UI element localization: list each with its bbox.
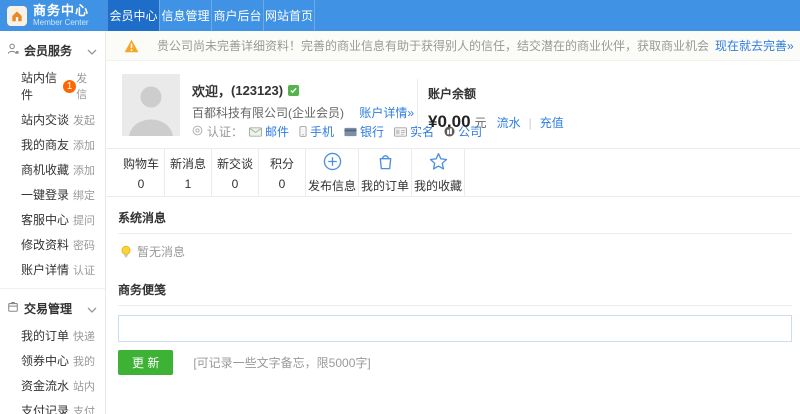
- warning-icon: [124, 39, 139, 53]
- balance-unit: 元: [474, 116, 487, 130]
- tab-merchant-backend[interactable]: 商户后台: [211, 0, 263, 31]
- user-icon: [7, 43, 19, 58]
- tab-member-center[interactable]: 会员中心: [107, 0, 159, 31]
- cert-label: 认证：: [207, 125, 244, 139]
- memo-title: 商务便笺: [118, 269, 792, 306]
- stats-row: 购物车 0 新消息 1 新交谈 0 积分 0 发布信息 我的订单 我的收藏: [106, 149, 800, 197]
- star-icon: [429, 152, 448, 174]
- stat-points[interactable]: 积分 0: [259, 149, 306, 196]
- lightbulb-icon: [120, 245, 132, 259]
- sidebar-item-payment-records[interactable]: 支付记录 支付: [0, 398, 105, 414]
- sidebar-item-edit-profile[interactable]: 修改资料 密码: [0, 232, 105, 257]
- stat-cart[interactable]: 购物车 0: [118, 149, 165, 196]
- cert-link-bank[interactable]: 银行: [344, 123, 384, 140]
- envelope-icon: [249, 126, 263, 137]
- sidebar-item-orders[interactable]: 我的订单 快递: [0, 323, 105, 348]
- home-icon: [7, 5, 27, 26]
- bankcard-icon: [344, 127, 357, 137]
- action-link[interactable]: 快递: [73, 328, 95, 344]
- tab-site-home[interactable]: 网站首页: [263, 0, 315, 31]
- stat-new-messages[interactable]: 新消息 1: [165, 149, 212, 196]
- incomplete-profile-banner: 贵公司尚未完善详细资料！完善的商业信息有助于获得别人的信任，结交潜在的商业伙伴，…: [106, 31, 800, 61]
- account-balance-panel: 账户余额 ¥0.00 元 流水 | 充值: [417, 79, 637, 136]
- package-icon: [7, 301, 19, 316]
- app-title: 商务中心: [33, 3, 90, 18]
- action-link[interactable]: 添加: [73, 137, 95, 153]
- complete-now-link[interactable]: 现在就去完善»: [715, 37, 794, 54]
- section-title: 会员服务: [24, 44, 73, 58]
- action-link[interactable]: 添加: [73, 162, 95, 178]
- action-link[interactable]: 提问: [73, 212, 95, 228]
- my-favorites-button[interactable]: 我的收藏: [412, 149, 465, 196]
- action-link[interactable]: 支付: [73, 403, 95, 414]
- tab-info-management[interactable]: 信息管理: [159, 0, 211, 31]
- publish-info-button[interactable]: 发布信息: [306, 149, 359, 196]
- fund-flow-link[interactable]: 流水: [497, 114, 521, 131]
- circle-plus-icon: [323, 152, 342, 174]
- main-nav: 会员中心 信息管理 商户后台 网站首页: [107, 0, 315, 31]
- sidebar-item-friends[interactable]: 我的商友 添加: [0, 132, 105, 157]
- sidebar-item-opportunity-favorites[interactable]: 商机收藏 添加: [0, 157, 105, 182]
- sidebar-section-member-services: 会员服务 站内信件 1 发信 站内交谈 发起 我的商友 添加 商机收藏 添加 一…: [0, 35, 105, 282]
- separator: |: [528, 116, 532, 130]
- sidebar-item-mail[interactable]: 站内信件 1 发信: [0, 65, 105, 107]
- new-message-count: 1: [184, 176, 192, 191]
- recharge-link[interactable]: 充值: [540, 114, 564, 131]
- action-link[interactable]: 发信: [76, 70, 95, 102]
- balance-amount: ¥0.00: [428, 112, 471, 131]
- online-status-icon[interactable]: [288, 85, 300, 96]
- sidebar-item-customer-service[interactable]: 客服中心 提问: [0, 207, 105, 232]
- new-chat-count: 0: [231, 176, 239, 191]
- username: (123123): [231, 83, 284, 98]
- sidebar: 会员服务 站内信件 1 发信 站内交谈 发起 我的商友 添加 商机收藏 添加 一…: [0, 31, 106, 414]
- cert-link-phone[interactable]: 手机: [299, 123, 334, 140]
- topbar: 商务中心 Member Center 会员中心 信息管理 商户后台 网站首页: [0, 0, 800, 31]
- sidebar-item-account-details[interactable]: 账户详情 认证: [0, 257, 105, 282]
- action-link[interactable]: 密码: [73, 237, 95, 253]
- phone-icon: [299, 126, 307, 137]
- logo[interactable]: 商务中心 Member Center: [0, 0, 107, 31]
- my-orders-button[interactable]: 我的订单: [359, 149, 412, 196]
- balance-title: 账户余额: [428, 87, 477, 101]
- action-link[interactable]: 站内: [73, 378, 95, 394]
- banner-text: 贵公司尚未完善详细资料！完善的商业信息有助于获得别人的信任，结交潜在的商业伙伴，…: [157, 39, 710, 53]
- memo-input[interactable]: [118, 315, 792, 342]
- update-button[interactable]: 更 新: [118, 350, 174, 375]
- action-link[interactable]: 发起: [73, 112, 95, 128]
- account-details-link[interactable]: 账户详情»: [359, 106, 414, 120]
- welcome-text: 欢迎，: [192, 84, 232, 99]
- avatar[interactable]: [122, 74, 180, 136]
- sidebar-header-trade-management[interactable]: 交易管理: [0, 293, 105, 323]
- profile-panel: 欢迎， (123123) 百都科技有限公司(企业会员) 账户详情» 认证： 邮件…: [106, 61, 800, 149]
- sidebar-header-member-services[interactable]: 会员服务: [0, 35, 105, 65]
- no-message-text: 暂无消息: [137, 245, 186, 259]
- sidebar-item-chat[interactable]: 站内交谈 发起: [0, 107, 105, 132]
- company-name: 百都科技有限公司(企业会员): [192, 106, 344, 120]
- action-link[interactable]: 认证: [73, 262, 95, 278]
- action-link[interactable]: 我的: [73, 353, 95, 369]
- action-link[interactable]: 绑定: [73, 187, 95, 203]
- idcard-icon: [394, 126, 408, 137]
- app-subtitle: Member Center: [33, 18, 89, 27]
- bag-icon: [376, 152, 395, 174]
- seal-icon: [192, 125, 203, 139]
- sidebar-item-coupon-center[interactable]: 领券中心 我的: [0, 348, 105, 373]
- sidebar-section-trade-management: 交易管理 我的订单 快递 领券中心 我的 资金流水 站内 支付记录 支付: [0, 288, 105, 414]
- unread-badge: 1: [63, 79, 77, 93]
- main-content: 贵公司尚未完善详细资料！完善的商业信息有助于获得别人的信任，结交潜在的商业伙伴，…: [106, 31, 800, 414]
- stat-new-chats[interactable]: 新交谈 0: [212, 149, 259, 196]
- cert-link-email[interactable]: 邮件: [249, 123, 289, 140]
- system-message-title: 系统消息: [118, 197, 792, 234]
- section-title: 交易管理: [24, 302, 73, 316]
- points-count: 0: [278, 176, 286, 191]
- system-message-section: 系统消息 暂无消息: [118, 197, 792, 269]
- chevron-down-icon[interactable]: [87, 44, 97, 58]
- cart-count: 0: [137, 176, 145, 191]
- sidebar-item-quick-login[interactable]: 一键登录 绑定: [0, 182, 105, 207]
- chevron-down-icon[interactable]: [87, 302, 97, 316]
- memo-section: 商务便笺 更 新 [可记录一些文字备忘，限5000字]: [118, 269, 792, 375]
- memo-hint: [可记录一些文字备忘，限5000字]: [193, 356, 371, 370]
- sidebar-item-fund-flow[interactable]: 资金流水 站内: [0, 373, 105, 398]
